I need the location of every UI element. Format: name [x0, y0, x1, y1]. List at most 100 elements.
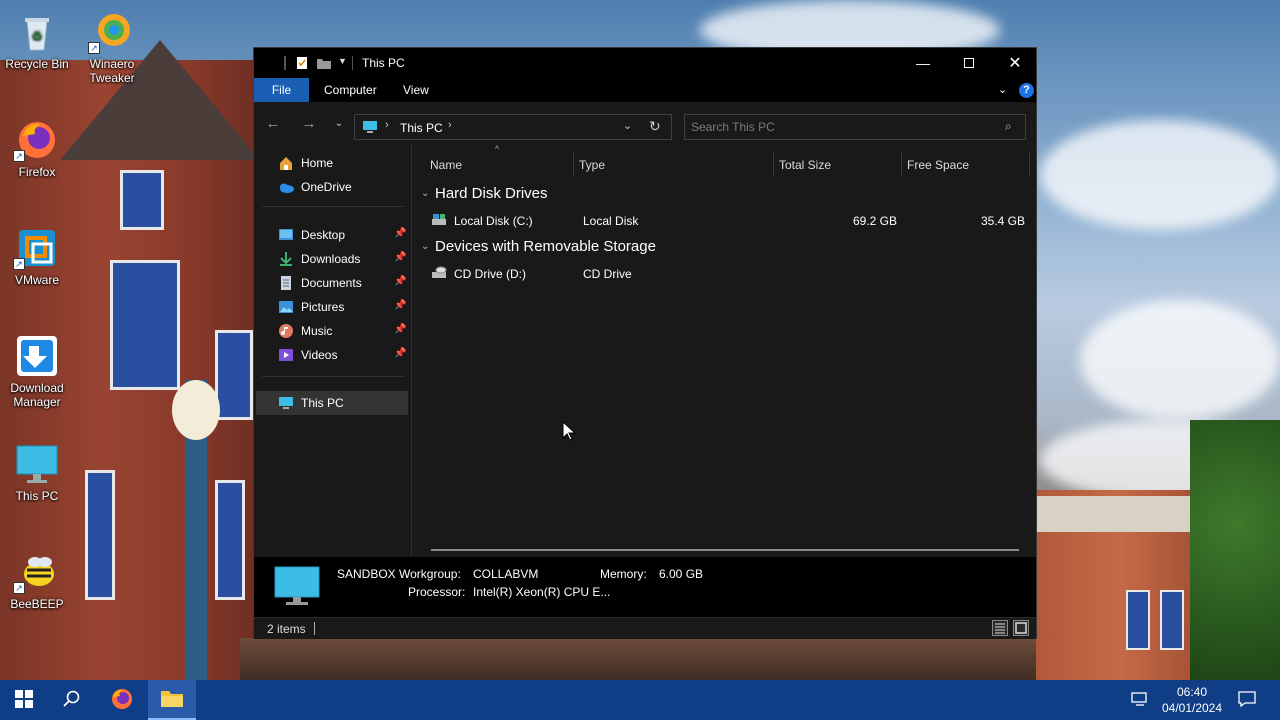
details-pane: SANDBOX Workgroup: COLLABVM Memory: 6.00… — [254, 557, 1036, 617]
column-header-total-size[interactable]: Total Size — [779, 154, 831, 176]
taskbar-file-explorer-button[interactable] — [148, 680, 196, 720]
action-center-button[interactable] — [1226, 680, 1268, 720]
desktop-icon-vmware[interactable]: ↗ VMware — [0, 226, 74, 287]
folder-icon — [160, 688, 184, 711]
ribbon: File Computer View ⌄ ? — [254, 78, 1036, 102]
details-view-icon[interactable] — [992, 620, 1008, 636]
memory-label: Memory: — [600, 567, 647, 581]
group-collapse-icon[interactable]: ⌄ — [421, 188, 429, 199]
winaero-tweaker-icon: ↗ — [88, 10, 134, 54]
breadcrumb-this-pc[interactable]: This PC — [400, 121, 443, 135]
forward-arrow-icon: → — [301, 115, 317, 132]
group-header-removable-storage[interactable]: Devices with Removable Storage — [435, 238, 656, 255]
close-icon: ✕ — [1008, 55, 1022, 72]
horizontal-scrollbar[interactable] — [431, 549, 1019, 551]
address-bar[interactable]: › This PC › ⌄ ↻ — [354, 114, 672, 140]
processor-label: Processor: — [408, 585, 466, 599]
pictures-icon — [278, 299, 294, 315]
tab-file[interactable]: File — [254, 78, 309, 102]
back-button[interactable]: ← — [262, 114, 284, 134]
nav-item-downloads[interactable]: Downloads 📌 — [256, 247, 408, 271]
close-button[interactable]: ✕ — [992, 48, 1038, 78]
desktop-icon-beebeep[interactable]: ↗ BeeBEEP — [0, 550, 74, 611]
explorer-window[interactable]: ▼ This PC — ✕ File Computer View ⌄ ? ← →… — [253, 47, 1037, 639]
properties-icon[interactable] — [296, 56, 308, 70]
refresh-icon[interactable]: ↻ — [649, 118, 661, 135]
processor-value: Intel(R) Xeon(R) CPU E... — [473, 585, 611, 599]
navigation-bar: ← → ⌄ › This PC › ⌄ ↻ ⌕ — [254, 102, 1036, 144]
desktop-icon-download-manager[interactable]: Download Manager — [0, 334, 74, 409]
title-bar[interactable]: ▼ This PC — ✕ — [254, 48, 1036, 78]
firefox-icon: ↗ — [13, 118, 59, 162]
taskbar-firefox-button[interactable] — [98, 680, 146, 720]
this-pc-icon — [15, 442, 59, 486]
pin-icon[interactable]: 📌 — [394, 300, 406, 311]
clock-date: 04/01/2024 — [1161, 701, 1223, 715]
back-arrow-icon: ← — [265, 115, 281, 132]
address-dropdown-icon[interactable]: ⌄ — [623, 119, 632, 132]
minimize-button[interactable]: — — [900, 48, 946, 78]
forward-button[interactable]: → — [298, 114, 320, 134]
recycle-bin-icon: ♻ — [15, 10, 59, 54]
start-button[interactable] — [0, 680, 48, 720]
quick-access-dropdown-icon[interactable]: ▼ — [338, 56, 347, 70]
pin-icon[interactable]: 📌 — [394, 276, 406, 287]
this-pc-icon — [278, 395, 294, 411]
network-icon — [1131, 691, 1149, 710]
drive-name: CD Drive (D:) — [454, 267, 526, 281]
group-collapse-icon[interactable]: ⌄ — [421, 241, 429, 252]
pin-icon[interactable]: 📌 — [394, 228, 406, 239]
documents-icon — [278, 275, 294, 291]
group-header-hard-disk-drives[interactable]: Hard Disk Drives — [435, 185, 548, 202]
minimize-icon: — — [916, 55, 930, 71]
item-count: 2 items — [267, 622, 306, 636]
window-title: This PC — [362, 56, 405, 70]
drive-free-space: 35.4 GB — [980, 214, 1025, 228]
this-pc-icon — [362, 120, 378, 137]
music-icon — [278, 323, 294, 339]
nav-item-videos[interactable]: Videos 📌 — [256, 343, 408, 367]
large-icons-view-icon[interactable] — [1013, 620, 1029, 636]
pin-icon[interactable]: 📌 — [394, 348, 406, 359]
nav-item-this-pc[interactable]: This PC — [256, 391, 408, 415]
status-bar: 2 items — [254, 617, 1036, 639]
nav-item-onedrive[interactable]: OneDrive — [256, 175, 408, 199]
windows-logo-icon — [15, 689, 33, 711]
pin-icon[interactable]: 📌 — [394, 324, 406, 335]
column-header-name[interactable]: Name — [430, 154, 462, 176]
search-button[interactable] — [48, 680, 96, 720]
tab-view[interactable]: View — [403, 78, 429, 102]
breadcrumb-expand-icon[interactable]: › — [448, 119, 452, 131]
desktop-icon-winaero-tweaker[interactable]: ↗ Winaero Tweaker — [75, 10, 149, 85]
column-header-free-space[interactable]: Free Space — [907, 154, 969, 176]
nav-item-pictures[interactable]: Pictures 📌 — [256, 295, 408, 319]
nav-item-documents[interactable]: Documents 📌 — [256, 271, 408, 295]
search-icon — [63, 690, 81, 711]
mouse-cursor-icon — [562, 420, 577, 444]
table-row[interactable]: Local Disk (C:) Local Disk 69.2 GB 35.4 … — [423, 210, 1025, 232]
desktop-icon-this-pc[interactable]: This PC — [0, 442, 74, 503]
search-icon[interactable]: ⌕ — [1005, 119, 1012, 134]
system-clock[interactable]: 06:40 04/01/2024 — [1158, 684, 1226, 716]
desktop-icon-recycle-bin[interactable]: ♻ Recycle Bin — [0, 10, 74, 71]
pin-icon[interactable]: 📌 — [394, 252, 406, 263]
nav-item-home[interactable]: Home — [256, 151, 408, 175]
search-input[interactable] — [691, 119, 991, 135]
recent-locations-button[interactable]: ⌄ — [328, 114, 350, 134]
search-box[interactable]: ⌕ — [684, 114, 1026, 140]
clock-time: 06:40 — [1176, 685, 1208, 699]
nav-item-music[interactable]: Music 📌 — [256, 319, 408, 343]
tab-computer[interactable]: Computer — [324, 78, 377, 102]
maximize-button[interactable] — [946, 48, 992, 78]
home-icon — [278, 155, 294, 171]
help-icon[interactable]: ? — [1019, 83, 1034, 98]
desktop-folder-icon — [278, 227, 294, 243]
breadcrumb-separator-icon: › — [385, 119, 389, 131]
expand-ribbon-icon[interactable]: ⌄ — [998, 78, 1007, 102]
network-status-button[interactable] — [1120, 680, 1160, 720]
column-header-type[interactable]: Type — [579, 154, 605, 176]
nav-item-desktop[interactable]: Desktop 📌 — [256, 223, 408, 247]
new-folder-icon[interactable] — [316, 56, 332, 70]
desktop-icon-firefox[interactable]: ↗ Firefox — [0, 118, 74, 179]
table-row[interactable]: CD Drive (D:) CD Drive — [423, 263, 1023, 285]
